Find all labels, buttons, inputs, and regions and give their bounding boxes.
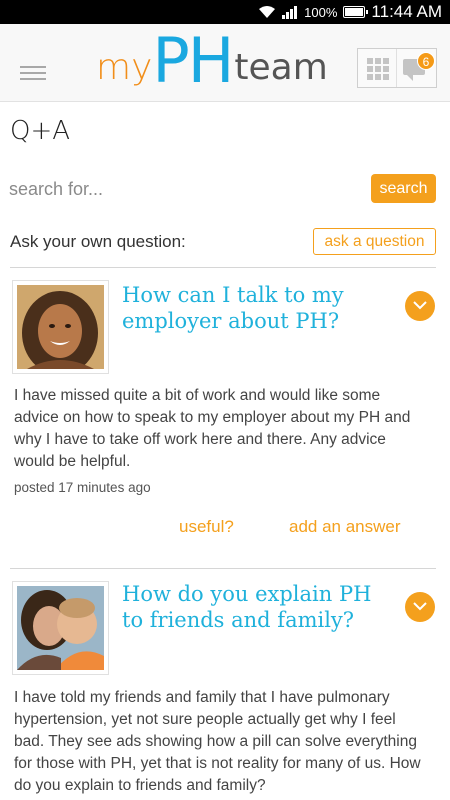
clock: 11:44 AM (371, 2, 442, 21)
question-title[interactable]: How can I talk to my employer about PH? (122, 282, 392, 334)
ask-question-label: Ask your own question: (10, 232, 186, 251)
search-button[interactable]: search (371, 174, 436, 203)
question-body: I have told my friends and family that I… (14, 689, 421, 794)
header-icon-group: 6 (357, 48, 437, 88)
logo-ph: PH (152, 24, 234, 97)
app-logo: my PH team (96, 30, 328, 94)
logo-my: my (96, 47, 153, 88)
avatar-photo (17, 285, 104, 369)
useful-link[interactable]: useful? (179, 517, 234, 537)
chevron-down-icon (413, 301, 427, 310)
signal-icon (282, 6, 298, 19)
search-input[interactable] (9, 174, 359, 204)
question-card: How can I talk to my employer about PH? … (0, 268, 450, 568)
messages-button[interactable]: 6 (397, 49, 436, 87)
menu-icon[interactable] (20, 66, 46, 80)
page-title: Q+A (10, 116, 71, 146)
question-card: How do you explain PH to friends and fam… (0, 569, 450, 800)
app-header: my PH team 6 (0, 24, 450, 102)
question-title[interactable]: How do you explain PH to friends and fam… (122, 581, 392, 633)
add-answer-link[interactable]: add an answer (289, 517, 401, 537)
notification-badge: 6 (417, 52, 436, 70)
question-timestamp: posted 17 minutes ago (14, 480, 151, 495)
user-avatar[interactable] (12, 280, 109, 374)
question-body: I have missed quite a bit of work and wo… (14, 387, 411, 470)
user-avatar[interactable] (12, 581, 109, 675)
status-bar: 100% 11:44 AM (0, 0, 450, 24)
expand-button[interactable] (405, 291, 435, 321)
wifi-icon (259, 6, 276, 18)
chevron-down-icon (413, 602, 427, 611)
status-icons: 100% 11:44 AM (258, 0, 442, 24)
avatar-photo (17, 586, 104, 670)
ask-question-button[interactable]: ask a question (313, 228, 436, 255)
battery-icon (343, 6, 369, 18)
battery-percent: 100% (304, 4, 338, 20)
logo-team: team (234, 47, 328, 88)
expand-button[interactable] (405, 592, 435, 622)
grid-icon[interactable] (358, 49, 398, 87)
